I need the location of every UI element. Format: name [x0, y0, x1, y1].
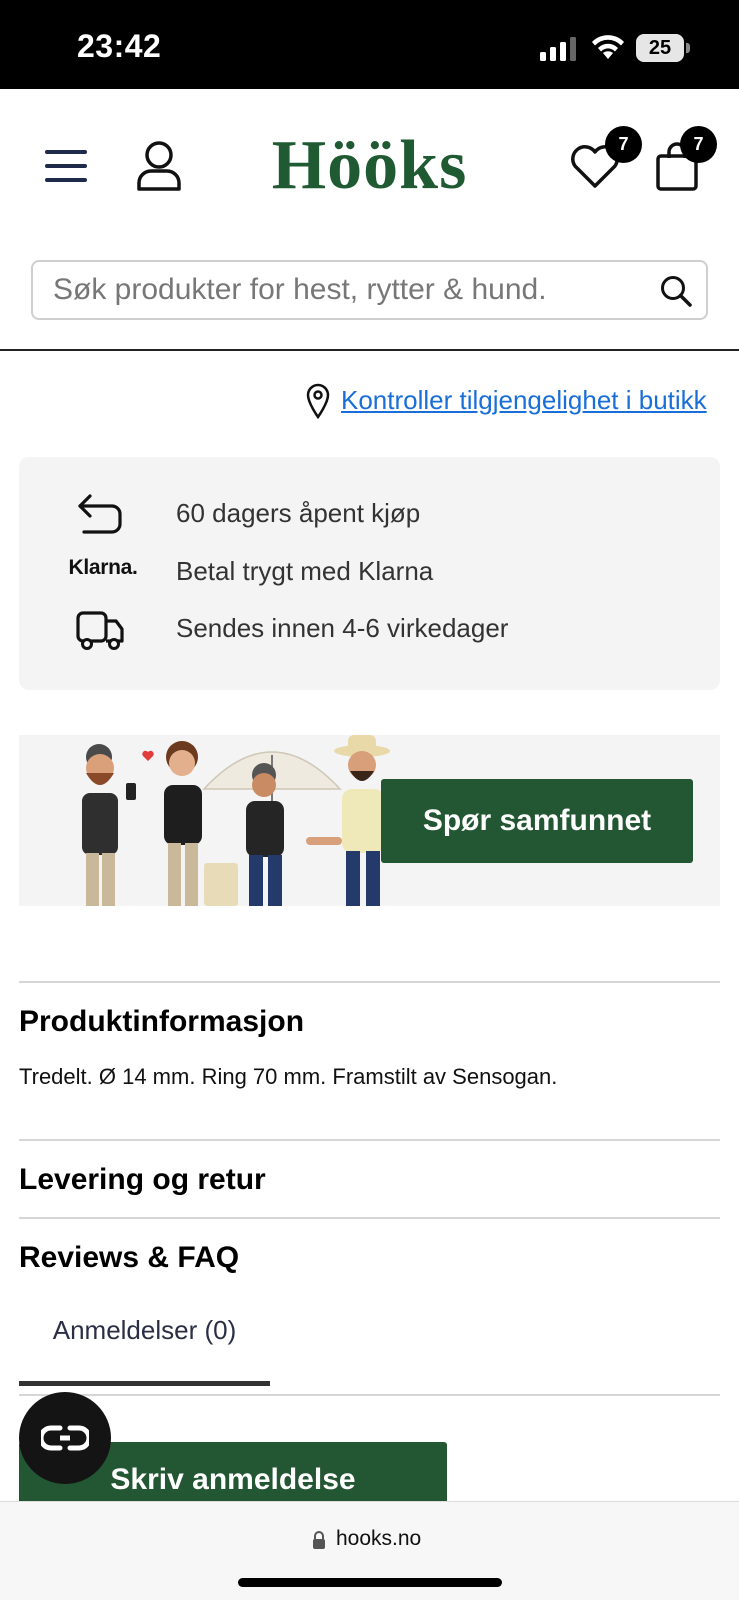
return-arrow-icon [78, 494, 122, 534]
usp-text: Betal trygt med Klarna [176, 556, 434, 586]
section-divider [19, 1139, 720, 1141]
ask-community-button[interactable]: Spør samfunnet [381, 779, 693, 863]
status-bar: 23:42 25 [0, 0, 739, 89]
usp-text: Sendes innen 4-6 virkedager [176, 613, 509, 643]
battery-level: 25 [648, 37, 672, 59]
product-info-description: Tredelt. Ø 14 mm. Ring 70 mm. Framstilt … [19, 1064, 558, 1089]
delivery-truck-icon [76, 611, 124, 650]
section-divider [19, 981, 720, 983]
search-box [31, 260, 708, 320]
status-time: 23:42 [77, 28, 162, 64]
community-banner: Spør samfunnet [19, 735, 720, 906]
location-pin-icon [306, 383, 330, 419]
search-input[interactable] [53, 262, 633, 318]
wifi-icon [592, 35, 624, 59]
chat-glasses-icon [41, 1425, 89, 1451]
usp-text: 60 dagers åpent kjøp [176, 498, 421, 528]
lock-icon [313, 1531, 325, 1549]
usp-row: 60 dagers åpent kjøp [19, 490, 720, 538]
community-people-illustration [82, 735, 390, 906]
tab-active-indicator [19, 1381, 270, 1386]
chat-button[interactable] [19, 1392, 111, 1484]
product-info-title[interactable]: Produktinformasjon [19, 1005, 304, 1039]
home-indicator[interactable] [238, 1578, 502, 1587]
reviews-faq-title[interactable]: Reviews & FAQ [19, 1241, 239, 1275]
search-icon[interactable] [659, 274, 693, 308]
section-divider [19, 1217, 720, 1219]
check-store-availability-link[interactable]: Kontroller tilgjengelighet i butikk [341, 385, 707, 416]
tab-reviews[interactable]: Anmeldelser (0) [19, 1310, 270, 1370]
usp-box: 60 dagers åpent kjøp Klarna. Betal trygt… [19, 457, 720, 690]
usp-row: Sendes innen 4-6 virkedager [19, 605, 720, 653]
battery-icon: 25 [636, 34, 690, 62]
browser-address-bar[interactable]: hooks.no [0, 1501, 739, 1600]
delivery-returns-title[interactable]: Levering og retur [19, 1163, 266, 1197]
signal-icon [540, 37, 576, 61]
wishlist-count-badge: 7 [605, 126, 642, 163]
url-text[interactable]: hooks.no [336, 1527, 421, 1551]
usp-row: Klarna. Betal trygt med Klarna [19, 548, 720, 596]
klarna-logo: Klarna. [68, 556, 138, 579]
tab-bar-line [19, 1394, 720, 1396]
cart-count-badge: 7 [680, 126, 717, 163]
